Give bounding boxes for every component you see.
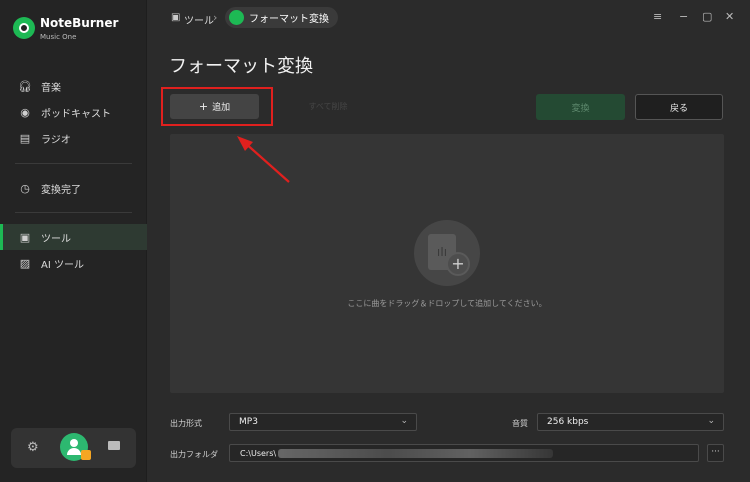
delete-all-button[interactable]: すべて削除: [290, 94, 366, 119]
chevron-right-icon: ›: [213, 11, 218, 24]
radio-icon: ▤: [19, 131, 31, 145]
sidebar-item-label: ラジオ: [41, 134, 71, 146]
noteburner-logo-icon: [13, 17, 35, 39]
toolbox-icon: ▣: [19, 230, 31, 244]
chevron-down-icon: ⌄: [400, 416, 408, 426]
drop-zone[interactable]: ıIı + ここに曲をドラッグ＆ドロップして追加してください。: [170, 134, 724, 393]
sidebar-item-podcast[interactable]: ◉ ポッドキャスト: [0, 99, 147, 125]
sidebar-item-label: ツール: [41, 233, 71, 245]
clock-icon: ◷: [20, 181, 30, 195]
output-format-value: MP3: [239, 417, 258, 427]
blurred-path: [278, 448, 554, 458]
sidebar-divider: [15, 212, 132, 213]
drop-hint: ここに曲をドラッグ＆ドロップして追加してください。: [347, 299, 547, 308]
app-name: NoteBurner: [40, 16, 119, 30]
output-folder-field[interactable]: C:\Users\: [229, 444, 699, 462]
quality-select[interactable]: 256 kbps ⌄: [537, 413, 724, 431]
sidebar-bottom-bar: ⚙: [11, 428, 136, 468]
page-title: フォーマット変換: [169, 56, 313, 77]
convert-button[interactable]: 変換: [536, 94, 625, 120]
sidebar-item-label: 音楽: [41, 82, 61, 94]
chevron-down-icon: ⌄: [707, 416, 715, 426]
breadcrumb-parent[interactable]: ツール: [184, 12, 214, 27]
breadcrumb-current-label: フォーマット変換: [249, 14, 329, 25]
highlight-box: [161, 87, 273, 126]
headphones-icon: 🎧︎: [18, 79, 32, 93]
output-folder-value: C:\Users\: [240, 448, 277, 458]
app-subtitle: Music One: [40, 33, 77, 41]
ai-icon: ▨: [19, 256, 31, 270]
back-button[interactable]: 戻る: [635, 94, 723, 120]
quality-value: 256 kbps: [547, 417, 589, 427]
mail-icon[interactable]: [108, 441, 120, 450]
podcast-icon: ◉: [20, 105, 30, 119]
maximize-icon[interactable]: ▢: [702, 10, 712, 23]
sidebar-item-label: ポッドキャスト: [41, 108, 111, 120]
sidebar-item-label: 変換完了: [41, 184, 81, 196]
output-format-select[interactable]: MP3 ⌄: [229, 413, 417, 431]
sidebar-item-ai-tools[interactable]: ▨ AI ツール: [0, 250, 147, 276]
toolbox-icon[interactable]: ▣: [171, 12, 180, 23]
breadcrumb-current: フォーマット変換: [225, 7, 338, 28]
add-audio-file-icon: ıIı +: [414, 220, 480, 286]
quality-label: 音質: [512, 419, 528, 428]
sidebar-item-radio[interactable]: ▤ ラジオ: [0, 125, 147, 151]
sidebar-item-music[interactable]: 🎧︎ 音楽: [0, 73, 147, 99]
menu-icon[interactable]: ≡: [653, 10, 662, 23]
sidebar: NoteBurner Music One 🎧︎ 音楽 ◉ ポッドキャスト ▤ ラ…: [0, 0, 147, 482]
browse-folder-button[interactable]: ···: [707, 444, 724, 462]
output-format-label: 出力形式: [170, 419, 202, 428]
sidebar-item-tools[interactable]: ▣ ツール: [0, 224, 147, 250]
sidebar-item-label: AI ツール: [41, 259, 84, 271]
gear-icon[interactable]: ⚙: [27, 440, 39, 455]
convert-icon: [229, 10, 244, 25]
close-icon[interactable]: ✕: [725, 10, 734, 23]
output-folder-label: 出力フォルダ: [170, 450, 218, 459]
sidebar-item-converted[interactable]: ◷ 変換完了: [0, 175, 147, 201]
sidebar-divider: [15, 163, 132, 164]
plus-icon: +: [446, 252, 470, 276]
premium-badge-icon: [81, 450, 91, 460]
minimize-icon[interactable]: −: [679, 10, 688, 23]
